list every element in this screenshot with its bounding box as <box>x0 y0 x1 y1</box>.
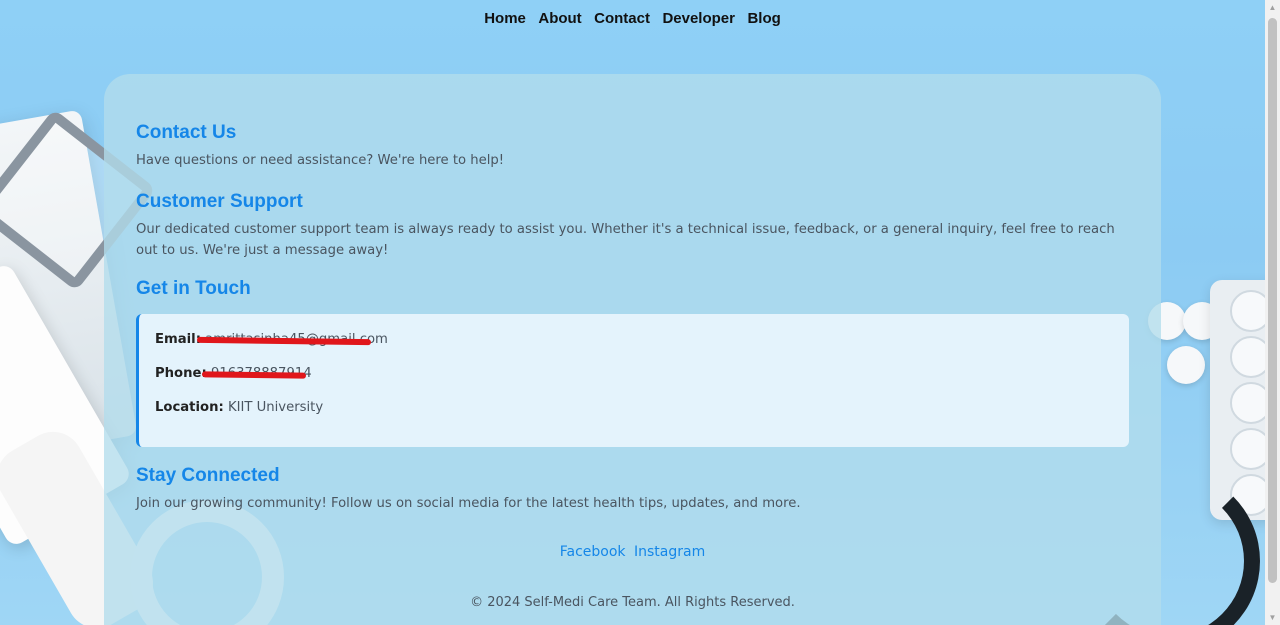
support-heading: Customer Support <box>136 191 303 212</box>
social-links: Facebook Instagram <box>136 543 1129 561</box>
stay-connected-text: Join our growing community! Follow us on… <box>136 496 801 511</box>
scrollbar-thumb[interactable] <box>1268 18 1277 583</box>
nav-about-link[interactable]: About <box>538 10 581 27</box>
nav-developer-link[interactable]: Developer <box>662 10 735 27</box>
contact-text: Have questions or need assistance? We're… <box>136 153 505 168</box>
email-label: Email: <box>155 332 201 347</box>
phone-label: Phone: <box>155 366 207 381</box>
footer-copyright: © 2024 Self-Medi Care Team. All Rights R… <box>470 595 795 610</box>
scroll-down-arrow-icon[interactable]: ▼ <box>1265 610 1280 625</box>
get-in-touch-section: Get in Touch Email: amrittasinha45@gmail… <box>136 278 1129 447</box>
location-value: KIIT University <box>227 400 324 415</box>
location-row: Location: KIIT University <box>155 398 1113 432</box>
contact-card: Contact Us Have questions or need assist… <box>104 74 1161 625</box>
location-label: Location: <box>155 400 224 415</box>
vertical-scrollbar[interactable]: ▲ ▼ <box>1265 0 1280 625</box>
facebook-link[interactable]: Facebook <box>560 544 626 560</box>
tablet-decoration <box>1167 346 1205 384</box>
contact-section: Contact Us Have questions or need assist… <box>136 122 1129 171</box>
email-row: Email: amrittasinha45@gmail.com <box>155 330 1113 364</box>
support-section: Customer Support Our dedicated customer … <box>136 191 1129 261</box>
scroll-up-arrow-icon[interactable]: ▲ <box>1265 0 1280 15</box>
stay-connected-section: Stay Connected Join our growing communit… <box>136 465 1129 514</box>
support-text: Our dedicated customer support team is a… <box>136 222 1115 258</box>
nav-home-link[interactable]: Home <box>484 10 526 27</box>
contact-heading: Contact Us <box>136 122 237 143</box>
contact-info-box: Email: amrittasinha45@gmail.com Phone: 9… <box>136 314 1129 447</box>
phone-row: Phone: 916378887914 <box>155 364 1113 398</box>
top-nav: Home About Contact Developer Blog <box>0 10 1265 28</box>
instagram-link[interactable]: Instagram <box>634 544 705 560</box>
tablet-decoration <box>1183 302 1221 340</box>
get-in-touch-heading: Get in Touch <box>136 278 251 299</box>
nav-blog-link[interactable]: Blog <box>747 10 780 27</box>
nav-contact-link[interactable]: Contact <box>594 10 650 27</box>
stay-connected-heading: Stay Connected <box>136 465 280 486</box>
